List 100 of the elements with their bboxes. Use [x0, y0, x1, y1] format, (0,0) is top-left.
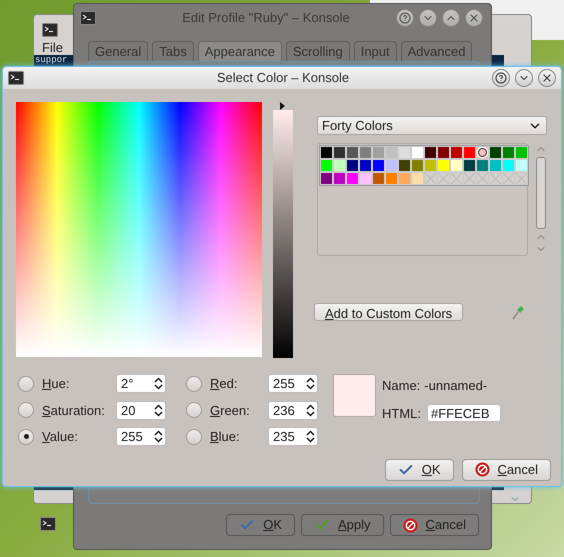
color-swatch[interactable]	[385, 159, 398, 172]
cancel-icon	[402, 518, 418, 532]
field-label: Green:	[210, 402, 251, 420]
terminal-icon	[40, 517, 56, 531]
color-swatch[interactable]	[463, 146, 476, 159]
color-swatch[interactable]	[385, 146, 398, 159]
color-swatch[interactable]	[359, 172, 372, 185]
radio-button[interactable]	[18, 428, 34, 445]
spin-arrows-icon	[154, 404, 163, 417]
color-preview	[333, 374, 376, 417]
palette-dropdown[interactable]: Forty Colors	[317, 116, 547, 135]
color-swatch[interactable]	[463, 159, 476, 172]
field-label: HTML:	[382, 404, 421, 422]
field-label: Hue:	[42, 375, 70, 393]
value-pointer-icon[interactable]	[278, 102, 287, 110]
color-swatch[interactable]	[333, 159, 346, 172]
spin-arrows-icon	[154, 377, 163, 390]
color-swatch[interactable]	[359, 146, 372, 159]
color-swatch[interactable]	[515, 146, 528, 159]
apply-button[interactable]: Apply	[301, 514, 384, 536]
color-swatch[interactable]	[398, 172, 411, 185]
color-swatch[interactable]	[333, 172, 346, 185]
color-swatch[interactable]	[372, 159, 385, 172]
cancel-button[interactable]: Cancel	[390, 514, 479, 536]
color-swatch[interactable]	[450, 159, 463, 172]
field-label: Saturation:	[42, 402, 106, 420]
spin-arrows-icon	[306, 377, 315, 390]
color-swatch[interactable]	[346, 159, 359, 172]
spin-box[interactable]: 2°	[116, 374, 166, 394]
color-spectrum[interactable]	[16, 102, 262, 357]
maximize-button[interactable]	[442, 8, 460, 27]
color-swatch[interactable]	[320, 172, 333, 185]
cancel-icon	[474, 462, 490, 477]
spin-box[interactable]: 236	[268, 400, 318, 420]
color-swatch[interactable]	[515, 159, 528, 172]
minimize-button[interactable]	[419, 8, 437, 27]
color-swatch[interactable]	[411, 159, 424, 172]
color-swatch[interactable]	[437, 146, 450, 159]
color-swatch[interactable]	[372, 172, 385, 185]
color-swatch[interactable]	[424, 146, 437, 159]
terminal-text: suppor	[35, 56, 68, 65]
spin-box[interactable]: 235	[268, 427, 318, 446]
color-swatch[interactable]	[385, 172, 398, 185]
add-custom-color-button[interactable]: Add to Custom Colors	[314, 303, 464, 321]
help-icon	[495, 72, 507, 84]
color-swatch[interactable]	[489, 159, 502, 172]
color-swatch[interactable]	[502, 146, 515, 159]
radio-button[interactable]	[18, 402, 34, 418]
window-title: Select Color – Konsole	[216, 69, 350, 88]
color-swatch[interactable]	[320, 146, 333, 159]
color-swatch[interactable]	[346, 146, 359, 159]
color-swatch[interactable]	[424, 159, 437, 172]
color-swatch[interactable]	[333, 146, 346, 159]
radio-button[interactable]	[186, 402, 202, 418]
field-label: Red:	[210, 375, 238, 393]
radio-button[interactable]	[186, 376, 202, 392]
color-swatch[interactable]	[450, 146, 463, 159]
field-label: Blue:	[210, 428, 241, 446]
html-field[interactable]: #FFECEB	[427, 404, 501, 422]
terminal-icon	[8, 71, 24, 85]
help-button[interactable]	[492, 69, 510, 87]
color-swatch[interactable]	[320, 159, 333, 172]
minimize-button[interactable]	[515, 69, 533, 87]
spin-box[interactable]: 255	[268, 374, 318, 394]
field-label: Name:	[382, 377, 420, 395]
spin-arrows-icon	[306, 430, 315, 444]
help-icon	[399, 12, 411, 24]
color-swatch[interactable]	[476, 146, 489, 159]
ok-button[interactable]: OK	[384, 458, 454, 480]
color-swatch[interactable]	[359, 159, 372, 172]
color-swatch[interactable]	[437, 159, 450, 172]
color-swatch[interactable]	[411, 146, 424, 159]
color-name: -unnamed-	[424, 377, 488, 395]
color-swatch[interactable]	[372, 146, 385, 159]
eyedropper-icon[interactable]	[511, 304, 526, 320]
color-swatch[interactable]	[398, 146, 411, 159]
close-button[interactable]	[465, 8, 483, 27]
color-swatch[interactable]	[398, 159, 411, 172]
spin-arrows-icon	[154, 430, 163, 444]
color-swatch[interactable]	[502, 159, 515, 172]
close-icon	[468, 12, 480, 24]
close-icon	[541, 72, 553, 84]
spin-box[interactable]: 20	[116, 400, 166, 420]
radio-button[interactable]	[186, 428, 202, 445]
spin-box[interactable]: 255	[116, 427, 166, 446]
terminal-icon	[42, 23, 58, 37]
close-button[interactable]	[538, 69, 556, 87]
spin-arrows-icon	[306, 404, 315, 417]
field-label: Value:	[42, 428, 79, 446]
tab[interactable]: Appearance	[198, 41, 282, 61]
color-swatch[interactable]	[346, 172, 359, 185]
window-title: Edit Profile "Ruby" – Konsole	[182, 9, 350, 27]
cancel-button[interactable]: Cancel	[462, 458, 551, 480]
color-swatch[interactable]	[411, 172, 424, 185]
menu-item[interactable]: File	[42, 41, 63, 54]
terminal-icon	[80, 10, 96, 25]
color-swatch[interactable]	[489, 146, 502, 159]
ok-button[interactable]: OK	[226, 514, 295, 536]
color-swatch[interactable]	[476, 159, 489, 172]
radio-button[interactable]	[18, 376, 34, 392]
